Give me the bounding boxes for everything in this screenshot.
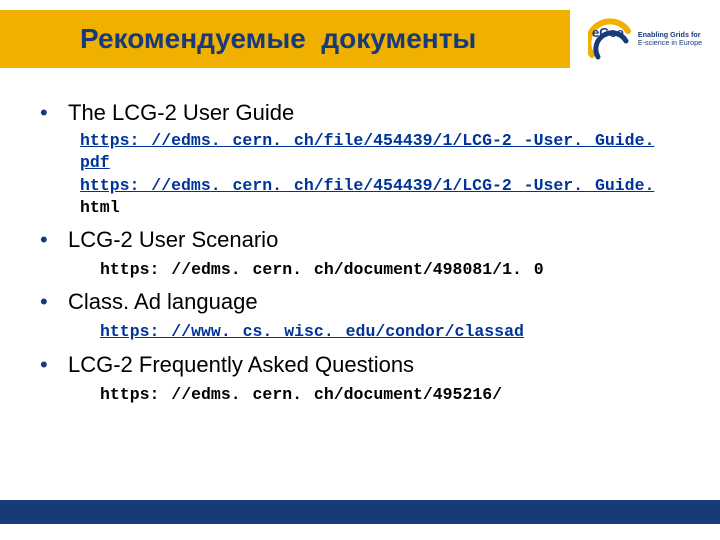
- bullet-label: LCG-2 User Scenario: [68, 225, 278, 255]
- link-classad[interactable]: https: //www. cs. wisc. edu/condor/class…: [100, 321, 680, 343]
- link-html-part[interactable]: https: //edms. cern. ch/file/454439/1/LC…: [80, 176, 654, 195]
- url-text: https: //edms. cern. ch/document/498081/…: [100, 259, 680, 281]
- bullet-item: • LCG-2 Frequently Asked Questions: [40, 350, 680, 380]
- bullet-item: • LCG-2 User Scenario: [40, 225, 680, 255]
- slide-title: Рекомендуемые документы: [80, 0, 570, 78]
- logo-area: eGee Enabling Grids for E-science in Eur…: [570, 0, 720, 78]
- slide-content: • The LCG-2 User Guide https: //edms. ce…: [0, 78, 720, 406]
- logo-line2: E-science in Europe: [638, 39, 702, 47]
- bullet-item: • The LCG-2 User Guide: [40, 98, 680, 128]
- link-html-line: https: //edms. cern. ch/file/454439/1/LC…: [80, 175, 680, 220]
- svg-text:eGee: eGee: [592, 25, 624, 40]
- egee-logo: eGee Enabling Grids for E-science in Eur…: [588, 17, 702, 61]
- url-text: https: //edms. cern. ch/document/495216/: [100, 384, 680, 406]
- bullet-dot-icon: •: [40, 98, 68, 128]
- egee-logo-icon: eGee: [588, 17, 632, 61]
- bullet-label: The LCG-2 User Guide: [68, 98, 294, 128]
- bullet-item: • Class. Ad language: [40, 287, 680, 317]
- link-pdf[interactable]: https: //edms. cern. ch/file/454439/1/LC…: [80, 130, 680, 175]
- slide-header: Рекомендуемые документы eGee Enabling Gr…: [0, 0, 720, 78]
- bullet-dot-icon: •: [40, 225, 68, 255]
- footer-bar: [0, 500, 720, 524]
- bullet-label: Class. Ad language: [68, 287, 258, 317]
- egee-logo-text: Enabling Grids for E-science in Europe: [638, 31, 702, 47]
- bullet-dot-icon: •: [40, 287, 68, 317]
- bullet-dot-icon: •: [40, 350, 68, 380]
- bullet-label: LCG-2 Frequently Asked Questions: [68, 350, 414, 380]
- link-html-suffix: html: [80, 198, 120, 217]
- title-area: Рекомендуемые документы: [0, 0, 570, 78]
